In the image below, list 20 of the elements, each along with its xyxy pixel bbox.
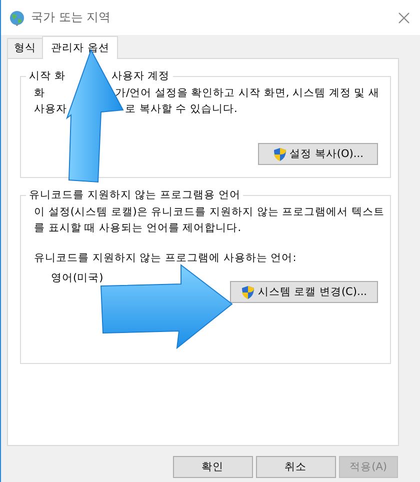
locale-value: 영어(미국) bbox=[51, 271, 104, 286]
shield-button[interactable]: 시스템 로캘 변경(C)... bbox=[230, 281, 378, 303]
dialog-button[interactable]: 확인 bbox=[172, 456, 253, 478]
window-title: 국가 또는 지역 bbox=[31, 9, 111, 26]
description-text: 사용자 bbox=[34, 102, 67, 117]
shield-button[interactable]: 설정 복사(O)... bbox=[258, 143, 378, 165]
close-icon[interactable] bbox=[398, 12, 410, 24]
description-text: 가/언어 설정을 확인하고 시작 화면, 시스템 계정 및 새 bbox=[115, 86, 380, 101]
globe-icon bbox=[9, 10, 25, 26]
group-title: 사용자 계정 bbox=[111, 69, 170, 83]
field-label: 유니코드를 지원하지 않는 프로그램에 사용하는 언어: bbox=[34, 251, 298, 266]
tab[interactable]: 형식 bbox=[7, 38, 43, 58]
dialog-button[interactable]: 취소 bbox=[256, 456, 336, 478]
group-title: 유니코드를 지원하지 않는 프로그램용 언어 bbox=[29, 188, 240, 202]
description-text: 로 복사할 수 있습니다. bbox=[125, 102, 238, 117]
group-title: 시작 화 bbox=[29, 69, 66, 83]
tab[interactable]: 관리자 옵션 bbox=[42, 36, 118, 59]
description-text: 화 bbox=[34, 86, 45, 101]
description-text: 이 설정(시스템 로캘)은 유니코드를 지원하지 않는 프로그램에서 텍스트 bbox=[34, 205, 385, 220]
description-text: 를 표시할 때 사용되는 언어를 제어합니다. bbox=[34, 221, 242, 236]
